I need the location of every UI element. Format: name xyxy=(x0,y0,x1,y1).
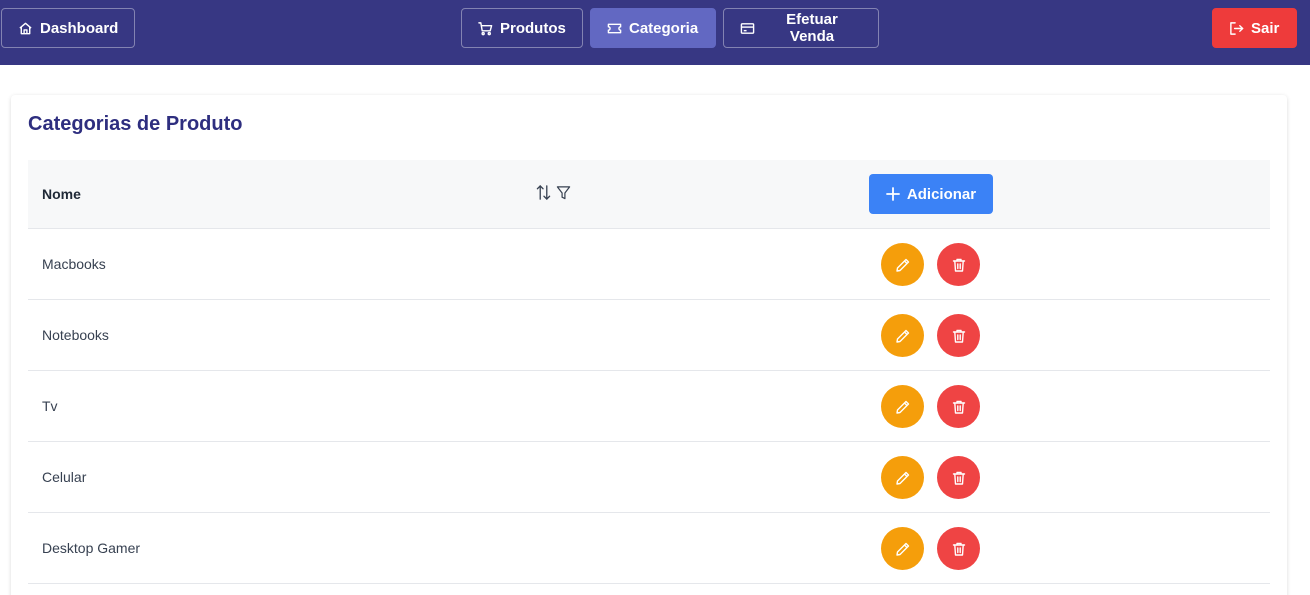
edit-category-button[interactable] xyxy=(881,385,924,428)
table-row: Tv xyxy=(28,371,1270,442)
plus-icon xyxy=(886,187,900,201)
home-icon xyxy=(19,22,32,34)
categories-card: Categorias de Produto Nome Adicionar Mac… xyxy=(11,95,1287,595)
trash-icon xyxy=(952,329,965,343)
add-category-button[interactable]: Adicionar xyxy=(869,174,993,214)
trash-icon xyxy=(952,258,965,272)
category-name: Tv xyxy=(42,398,58,414)
produtos-button[interactable]: Produtos xyxy=(461,8,583,48)
delete-category-button[interactable] xyxy=(937,385,980,428)
efetuar-venda-label: Efetuar Venda xyxy=(786,11,838,45)
cart-icon xyxy=(478,21,493,35)
ticket-icon xyxy=(607,23,622,33)
edit-category-button[interactable] xyxy=(881,314,924,357)
category-name: Notebooks xyxy=(42,327,109,343)
delete-category-button[interactable] xyxy=(937,243,980,286)
table-row: Desktop Gamer xyxy=(28,513,1270,584)
delete-category-button[interactable] xyxy=(937,527,980,570)
logout-button[interactable]: Sair xyxy=(1212,8,1297,48)
table-row: Macbooks xyxy=(28,229,1270,300)
categoria-button[interactable]: Categoria xyxy=(590,8,716,48)
category-name: Desktop Gamer xyxy=(42,540,141,556)
top-navbar: Dashboard Produtos Categoria Efetuar Ven… xyxy=(0,0,1310,65)
categories-table-body: Macbooks Notebooks Tv Celular Desktop Ga… xyxy=(28,229,1270,584)
edit-category-button[interactable] xyxy=(881,243,924,286)
dashboard-button[interactable]: Dashboard xyxy=(1,8,135,48)
pencil-icon xyxy=(895,542,909,556)
trash-icon xyxy=(952,400,965,414)
delete-category-button[interactable] xyxy=(937,314,980,357)
delete-category-button[interactable] xyxy=(937,456,980,499)
logout-label: Sair xyxy=(1251,19,1280,37)
edit-category-button[interactable] xyxy=(881,456,924,499)
table-row: Celular xyxy=(28,442,1270,513)
add-category-label: Adicionar xyxy=(906,185,977,203)
category-name: Macbooks xyxy=(42,256,106,272)
efetuar-venda-button[interactable]: Efetuar Venda xyxy=(723,8,879,48)
categoria-label: Categoria xyxy=(629,19,699,37)
edit-category-button[interactable] xyxy=(881,527,924,570)
column-header-nome: Nome xyxy=(42,186,81,202)
pencil-icon xyxy=(895,329,909,343)
category-name: Celular xyxy=(42,469,87,485)
pencil-icon xyxy=(895,471,909,485)
sign-out-icon xyxy=(1230,21,1244,35)
pencil-icon xyxy=(895,258,909,272)
table-row: Notebooks xyxy=(28,300,1270,371)
dashboard-label: Dashboard xyxy=(40,19,119,37)
column-header-controls xyxy=(536,184,571,201)
filter-icon[interactable] xyxy=(556,184,571,201)
trash-icon xyxy=(952,471,965,485)
page-title: Categorias de Produto xyxy=(28,113,243,135)
pencil-icon xyxy=(895,400,909,414)
table-header: Nome Adicionar xyxy=(28,160,1270,229)
credit-card-icon xyxy=(740,22,755,34)
trash-icon xyxy=(952,542,965,556)
produtos-label: Produtos xyxy=(500,19,566,37)
sort-icon[interactable] xyxy=(536,184,551,201)
